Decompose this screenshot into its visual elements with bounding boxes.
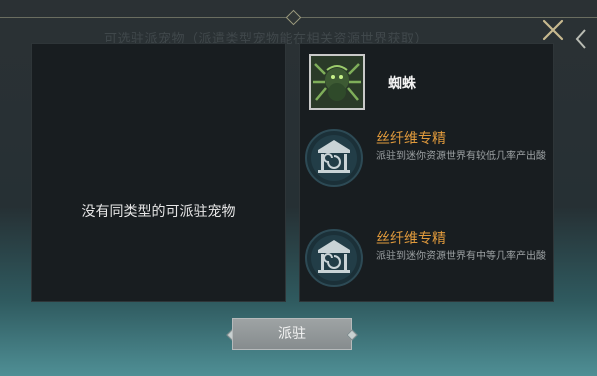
skill-item-2[interactable]: 丝纤维专精 派驻到迷你资源世界有中等几率产出酸 [304, 228, 554, 300]
skill-description: 派驻到迷你资源世界有较低几率产出酸 [376, 151, 546, 162]
deploy-button[interactable]: 派驻 [232, 318, 352, 350]
top-ornament [285, 9, 302, 26]
skill-title: 丝纤维专精 [376, 231, 446, 247]
spider-portrait-icon [311, 56, 363, 108]
temple-swirl-icon [304, 228, 364, 288]
chevron-left-icon[interactable] [574, 28, 588, 50]
pet-name: 蜘蛛 [388, 76, 416, 92]
close-icon [542, 19, 564, 41]
available-pets-panel: 没有同类型的可派驻宠物 [31, 43, 286, 302]
empty-message: 没有同类型的可派驻宠物 [81, 204, 236, 220]
skill-item-1[interactable]: 丝纤维专精 派驻到迷你资源世界有较低几率产出酸 [304, 128, 554, 200]
pet-portrait[interactable] [309, 54, 365, 110]
temple-swirl-icon [304, 128, 364, 188]
skill-title: 丝纤维专精 [376, 131, 446, 147]
close-button[interactable] [541, 18, 565, 42]
skill-description: 派驻到迷你资源世界有中等几率产出酸 [376, 251, 546, 262]
